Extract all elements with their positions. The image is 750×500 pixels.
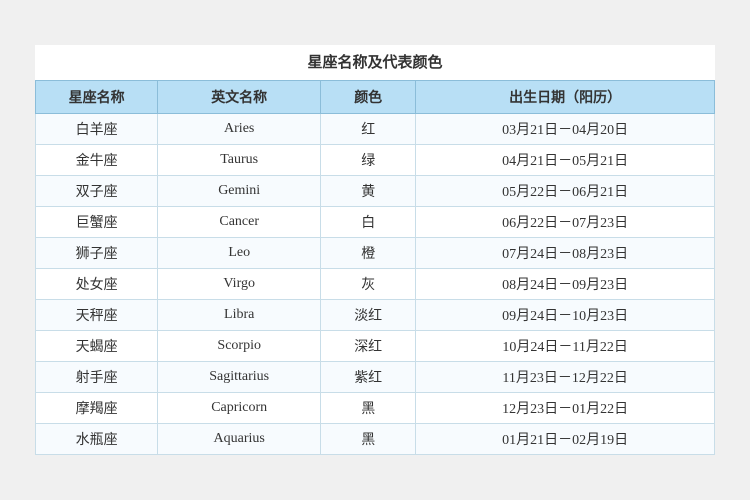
cell-chinese: 白羊座 <box>36 114 158 145</box>
cell-color: 淡红 <box>321 300 416 331</box>
cell-color: 黄 <box>321 176 416 207</box>
table-body: 白羊座Aries红03月21日－04月20日金牛座Taurus绿04月21日－0… <box>36 114 715 455</box>
table-row: 摩羯座Capricorn黑12月23日－01月22日 <box>36 393 715 424</box>
cell-chinese: 狮子座 <box>36 238 158 269</box>
cell-english: Gemini <box>158 176 321 207</box>
cell-chinese: 天蝎座 <box>36 331 158 362</box>
table-row: 天蝎座Scorpio深红10月24日－11月22日 <box>36 331 715 362</box>
cell-english: Aquarius <box>158 424 321 455</box>
cell-color: 橙 <box>321 238 416 269</box>
header-chinese: 星座名称 <box>36 81 158 114</box>
table-row: 白羊座Aries红03月21日－04月20日 <box>36 114 715 145</box>
cell-date: 12月23日－01月22日 <box>416 393 715 424</box>
header-date: 出生日期（阳历） <box>416 81 715 114</box>
cell-date: 06月22日－07月23日 <box>416 207 715 238</box>
cell-color: 深红 <box>321 331 416 362</box>
header-english: 英文名称 <box>158 81 321 114</box>
cell-chinese: 摩羯座 <box>36 393 158 424</box>
cell-english: Virgo <box>158 269 321 300</box>
cell-date: 09月24日－10月23日 <box>416 300 715 331</box>
cell-date: 04月21日－05月21日 <box>416 145 715 176</box>
table-row: 水瓶座Aquarius黑01月21日－02月19日 <box>36 424 715 455</box>
cell-chinese: 金牛座 <box>36 145 158 176</box>
table-row: 双子座Gemini黄05月22日－06月21日 <box>36 176 715 207</box>
cell-english: Leo <box>158 238 321 269</box>
cell-color: 白 <box>321 207 416 238</box>
cell-english: Scorpio <box>158 331 321 362</box>
cell-english: Sagittarius <box>158 362 321 393</box>
cell-date: 07月24日－08月23日 <box>416 238 715 269</box>
table-row: 巨蟹座Cancer白06月22日－07月23日 <box>36 207 715 238</box>
cell-date: 05月22日－06月21日 <box>416 176 715 207</box>
main-container: 星座名称及代表颜色 星座名称 英文名称 颜色 出生日期（阳历） 白羊座Aries… <box>35 45 715 455</box>
cell-english: Cancer <box>158 207 321 238</box>
cell-date: 11月23日－12月22日 <box>416 362 715 393</box>
cell-color: 黑 <box>321 424 416 455</box>
cell-date: 01月21日－02月19日 <box>416 424 715 455</box>
cell-chinese: 射手座 <box>36 362 158 393</box>
table-row: 射手座Sagittarius紫红11月23日－12月22日 <box>36 362 715 393</box>
cell-chinese: 处女座 <box>36 269 158 300</box>
cell-color: 黑 <box>321 393 416 424</box>
cell-color: 绿 <box>321 145 416 176</box>
cell-chinese: 巨蟹座 <box>36 207 158 238</box>
cell-color: 红 <box>321 114 416 145</box>
table-row: 处女座Virgo灰08月24日－09月23日 <box>36 269 715 300</box>
cell-date: 08月24日－09月23日 <box>416 269 715 300</box>
cell-english: Libra <box>158 300 321 331</box>
cell-chinese: 双子座 <box>36 176 158 207</box>
page-title: 星座名称及代表颜色 <box>35 45 715 80</box>
cell-color: 紫红 <box>321 362 416 393</box>
cell-date: 03月21日－04月20日 <box>416 114 715 145</box>
zodiac-table: 星座名称 英文名称 颜色 出生日期（阳历） 白羊座Aries红03月21日－04… <box>35 80 715 455</box>
table-row: 狮子座Leo橙07月24日－08月23日 <box>36 238 715 269</box>
table-header-row: 星座名称 英文名称 颜色 出生日期（阳历） <box>36 81 715 114</box>
table-row: 天秤座Libra淡红09月24日－10月23日 <box>36 300 715 331</box>
cell-color: 灰 <box>321 269 416 300</box>
cell-chinese: 水瓶座 <box>36 424 158 455</box>
cell-english: Capricorn <box>158 393 321 424</box>
cell-english: Aries <box>158 114 321 145</box>
cell-chinese: 天秤座 <box>36 300 158 331</box>
header-color: 颜色 <box>321 81 416 114</box>
cell-english: Taurus <box>158 145 321 176</box>
table-row: 金牛座Taurus绿04月21日－05月21日 <box>36 145 715 176</box>
cell-date: 10月24日－11月22日 <box>416 331 715 362</box>
